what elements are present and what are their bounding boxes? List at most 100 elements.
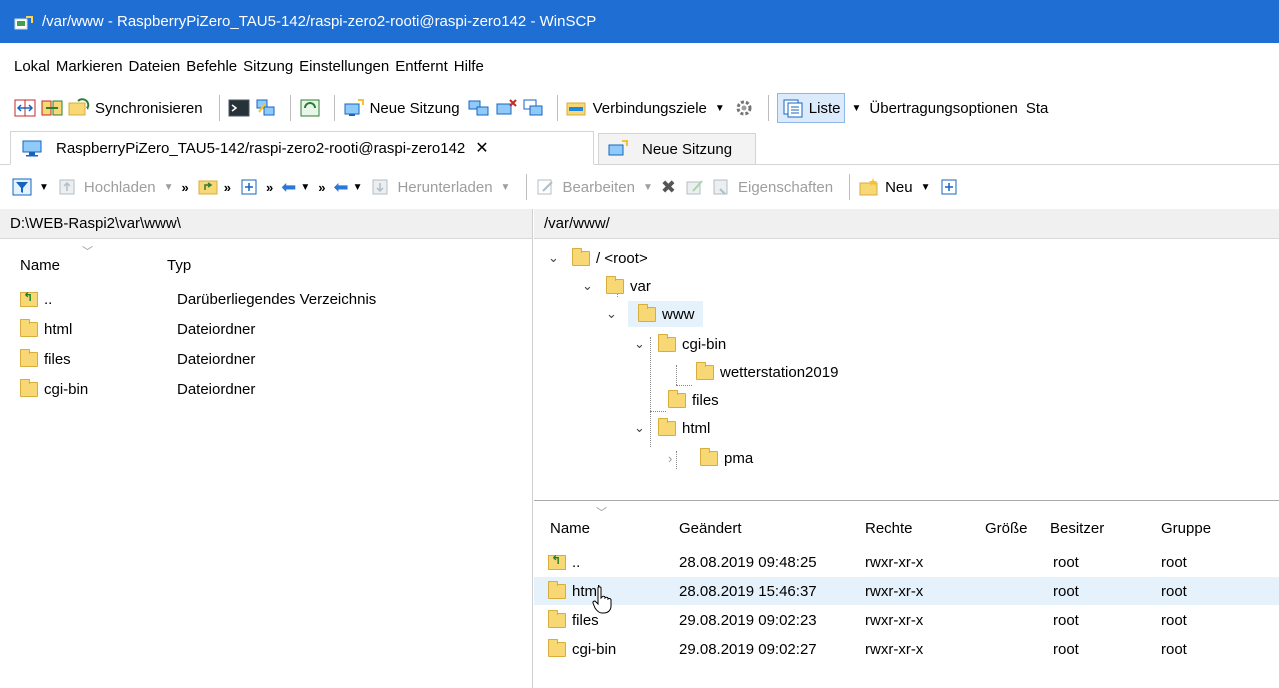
compare-directories-icon[interactable]	[14, 98, 36, 118]
download-dropdown-icon[interactable]: ▼	[501, 182, 511, 193]
synchronize-button[interactable]: Synchronisieren	[95, 100, 203, 117]
tree-node-wetterstation[interactable]: wetterstation2019	[696, 359, 838, 385]
menu-hilfe[interactable]: Hilfe	[454, 56, 484, 77]
remote-col-changed[interactable]: Geändert	[679, 520, 742, 537]
table-row[interactable]: ↰ .. 28.08.2019 09:48:25 rwxr-xr-x root …	[534, 548, 1279, 576]
remote-col-rights[interactable]: Rechte	[865, 520, 913, 537]
bookmarks-button[interactable]: Verbindungsziele	[593, 100, 707, 117]
more-chevron-icon[interactable]: »	[318, 180, 325, 195]
upload-icon[interactable]	[57, 177, 79, 197]
expanded-chevron-icon[interactable]: ⌄	[634, 420, 648, 436]
tree-node-html[interactable]: ⌄ html	[634, 415, 710, 441]
download-button[interactable]: Herunterladen	[397, 179, 492, 196]
new-button[interactable]: Neu	[885, 179, 913, 196]
expanded-chevron-icon[interactable]: ⌄	[606, 306, 620, 322]
menu-lokal[interactable]: Lokal	[14, 56, 50, 77]
upload-button[interactable]: Hochladen	[84, 179, 156, 196]
expanded-chevron-icon[interactable]: ⌄	[582, 278, 596, 294]
menu-sitzung[interactable]: Sitzung	[243, 56, 293, 77]
more-chevron-icon[interactable]: »	[266, 180, 273, 195]
tree-node-var[interactable]: ⌄ var	[582, 273, 651, 299]
table-row[interactable]: cgi-bin 29.08.2019 09:02:27 rwxr-xr-x ro…	[534, 635, 1279, 663]
tree-node-pma[interactable]: › pma	[668, 445, 753, 471]
tree-node-files[interactable]: files	[668, 387, 719, 413]
tree-node-www[interactable]: ⌄ www	[606, 301, 703, 327]
new-dropdown-icon[interactable]: ▼	[921, 182, 931, 193]
tab-session-raspberry[interactable]: RaspberryPiZero_TAU5-142/raspi-zero2-roo…	[10, 131, 594, 165]
new-session-button[interactable]: Neue Sitzung	[370, 100, 460, 117]
properties-icon[interactable]	[711, 177, 733, 197]
back-remote-dropdown-icon[interactable]: ▼	[353, 182, 363, 193]
parent-directory-icon[interactable]	[197, 177, 219, 197]
remote-panel: /var/www/ ⌄ / <root> ⌄ var ⌄ www ⌄ cgi-b…	[534, 209, 1279, 688]
edit-dropdown-icon[interactable]: ▼	[643, 182, 653, 193]
transfer-options-button[interactable]: Übertragungsoptionen	[869, 100, 1017, 117]
back-arrow-icon[interactable]: ⬅	[281, 177, 296, 198]
more-chevron-icon[interactable]: »	[224, 180, 231, 195]
menu-markieren[interactable]: Markieren	[56, 56, 123, 77]
upload-dropdown-icon[interactable]: ▼	[164, 182, 174, 193]
list-item[interactable]: files Dateiordner	[0, 345, 533, 373]
local-path-bar[interactable]: D:\WEB-Raspi2\var\www\	[0, 209, 532, 239]
edit-button[interactable]: Bearbeiten	[562, 179, 635, 196]
filter-dropdown-icon[interactable]: ▼	[39, 182, 49, 193]
menu-dateien[interactable]: Dateien	[129, 56, 181, 77]
transfer-options-more[interactable]: Sta	[1026, 100, 1049, 117]
delete-icon[interactable]: ✖	[661, 177, 676, 198]
menu-befehle[interactable]: Befehle	[186, 56, 237, 77]
settings-gear-icon[interactable]	[733, 98, 755, 118]
remote-col-group[interactable]: Gruppe	[1161, 520, 1211, 537]
expand-remote-tree-icon[interactable]	[939, 177, 961, 197]
menu-einstellungen[interactable]: Einstellungen	[299, 56, 389, 77]
tree-node-selected: www	[628, 301, 703, 327]
duplicate-session-icon[interactable]	[468, 98, 490, 118]
putty-icon[interactable]	[255, 98, 277, 118]
console-icon[interactable]	[228, 98, 250, 118]
view-list-button[interactable]: Liste	[776, 93, 846, 123]
tree-node-cgi-bin[interactable]: ⌄ cgi-bin	[634, 331, 726, 357]
more-chevron-icon[interactable]: »	[182, 180, 189, 195]
expanded-chevron-icon[interactable]: ⌄	[548, 250, 562, 266]
disconnect-session-icon[interactable]	[495, 98, 517, 118]
toolbar-separator	[767, 95, 769, 121]
new-item-icon[interactable]	[858, 177, 880, 197]
list-item[interactable]: ↰ .. Darüberliegendes Verzeichnis	[0, 285, 533, 313]
remote-path-bar[interactable]: /var/www/	[534, 209, 1279, 239]
bookmarks-dropdown-icon[interactable]: ▼	[715, 103, 725, 114]
tab-new-session[interactable]: Neue Sitzung	[598, 133, 756, 165]
list-item[interactable]: cgi-bin Dateiordner	[0, 375, 533, 403]
table-row[interactable]: files 29.08.2019 09:02:23 rwxr-xr-x root…	[534, 606, 1279, 634]
remote-item-rights: rwxr-xr-x	[865, 611, 924, 629]
close-tab-icon[interactable]: ✕	[475, 138, 488, 158]
local-col-name[interactable]: Name	[20, 257, 60, 274]
collapsed-chevron-icon[interactable]: ›	[668, 451, 682, 466]
edit-icon[interactable]	[535, 177, 557, 197]
tree-node-root[interactable]: ⌄ / <root>	[548, 245, 648, 271]
table-row[interactable]: html 28.08.2019 15:46:37 rwxr-xr-x root …	[534, 577, 1279, 605]
expand-tree-icon[interactable]	[239, 177, 261, 197]
remote-item-name: ..	[572, 553, 581, 571]
remote-col-name[interactable]: Name	[550, 520, 590, 537]
download-icon[interactable]	[370, 177, 392, 197]
list-item[interactable]: html Dateiordner	[0, 315, 533, 343]
local-col-type[interactable]: Typ	[167, 257, 191, 274]
properties-button[interactable]: Eigenschaften	[738, 179, 833, 196]
remote-col-owner[interactable]: Besitzer	[1050, 520, 1104, 537]
new-session-icon[interactable]	[343, 98, 365, 118]
rename-icon[interactable]	[684, 177, 706, 197]
back-arrow-remote-icon[interactable]: ⬅	[333, 177, 348, 198]
refresh-queue-icon[interactable]	[299, 98, 321, 118]
synchronize-icon[interactable]	[68, 98, 90, 118]
bookmarks-icon[interactable]	[566, 98, 588, 118]
hand-cursor-icon	[592, 586, 612, 614]
toolbar-separator	[289, 95, 291, 121]
session-windows-icon[interactable]	[522, 98, 544, 118]
remote-col-size[interactable]: Größe	[985, 520, 1028, 537]
back-dropdown-icon[interactable]: ▼	[300, 182, 310, 193]
filter-icon[interactable]	[12, 177, 34, 197]
tree-node-label: pma	[724, 449, 754, 467]
synchronize-browsing-icon[interactable]	[41, 98, 63, 118]
view-dropdown-icon[interactable]: ▼	[851, 103, 861, 114]
expanded-chevron-icon[interactable]: ⌄	[634, 336, 648, 352]
menu-entfernt[interactable]: Entfernt	[395, 56, 448, 77]
